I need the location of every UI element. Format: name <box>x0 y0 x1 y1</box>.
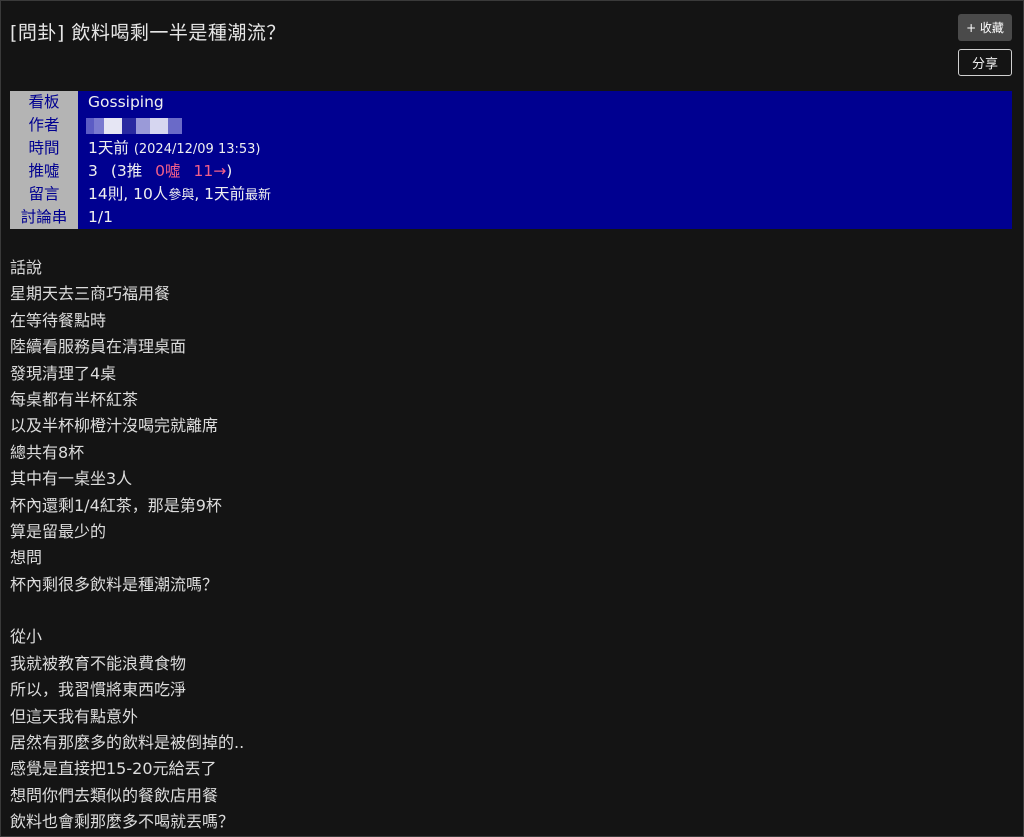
body-line: 從小 <box>10 627 43 647</box>
comment-value: 14則, 10人參與, 1天前最新 <box>88 183 271 206</box>
body-line: 以及半杯柳橙汁沒喝完就離席 <box>10 416 219 436</box>
body-line: 算是留最少的 <box>10 521 107 541</box>
time-absolute: (2024/12/09 13:53) <box>133 142 261 157</box>
article-meta-panel: 看板 Gossiping 作者 時間 1天前 (2024/12/09 13:53… <box>10 91 1012 229</box>
author-label: 作者 <box>10 114 78 137</box>
article-page: [問卦] 飲料喝剩一半是種潮流？ + 收藏 分享 看板 Gossiping 作者… <box>0 0 1024 837</box>
share-button[interactable]: 分享 <box>958 49 1012 76</box>
time-label: 時間 <box>10 137 78 160</box>
body-line: 居然有那麼多的飲料是被倒掉的.. <box>10 733 245 753</box>
boo-count: 0噓 <box>155 162 181 180</box>
meta-row-time: 時間 1天前 (2024/12/09 13:53) <box>10 137 1012 160</box>
comment-count: 14則, 10人 <box>88 185 169 203</box>
comment-label: 留言 <box>10 183 78 206</box>
article-body: 話說 星期天去三商巧福用餐 在等待餐點時 陸續看服務員在清理桌面 發現清理了4桌… <box>10 255 244 836</box>
redacted-block <box>122 117 136 134</box>
redacted-block <box>86 117 94 134</box>
meta-row-author: 作者 <box>10 114 1012 137</box>
body-line: 飲料也會剩那麼多不喝就丟嗎？ <box>10 812 235 832</box>
redacted-block <box>168 117 182 134</box>
body-line: 發現清理了4桌 <box>10 363 117 383</box>
favorite-button[interactable]: + 收藏 <box>958 14 1012 41</box>
meta-row-board: 看板 Gossiping <box>10 91 1012 114</box>
body-line-blank <box>10 598 244 624</box>
board-label: 看板 <box>10 91 78 114</box>
redacted-block <box>94 117 104 134</box>
body-line: 在等待餐點時 <box>10 310 107 330</box>
time-value: 1天前 (2024/12/09 13:53) <box>88 137 260 160</box>
board-value[interactable]: Gossiping <box>88 91 164 114</box>
body-line: 所以，我習慣將東西吃淨 <box>10 680 187 700</box>
push-total: 3 <box>88 162 98 180</box>
comment-latest: 最新 <box>245 188 272 203</box>
redacted-block <box>150 117 168 134</box>
comment-participate: 參與 <box>168 188 195 203</box>
body-line: 我就被教育不能浪費食物 <box>10 653 187 673</box>
meta-row-thread: 討論串 1/1 <box>10 206 1012 229</box>
body-line: 想問 <box>10 548 43 568</box>
body-line: 其中有一桌坐3人 <box>10 469 133 489</box>
body-line: 杯內還剩1/4紅茶，那是第9杯 <box>10 495 222 515</box>
body-line: 想問你們去類似的餐飲店用餐 <box>10 785 219 805</box>
body-line: 感覺是直接把15-20元給丟了 <box>10 759 217 779</box>
body-line: 星期天去三商巧福用餐 <box>10 284 171 304</box>
body-line: 每桌都有半杯紅茶 <box>10 389 139 409</box>
push-count: (3推 <box>110 162 143 180</box>
body-line: 話說 <box>10 258 43 277</box>
time-relative: 1天前 <box>88 139 129 157</box>
comment-latest-time: , 1天前 <box>194 185 246 203</box>
thread-label: 討論串 <box>10 206 78 229</box>
push-close: ) <box>226 162 233 180</box>
body-line: 杯內剩很多飲料是種潮流嗎？ <box>10 574 219 594</box>
meta-row-push: 推噓 3 (3推 0噓 11→) <box>10 160 1012 183</box>
meta-row-comment: 留言 14則, 10人參與, 1天前最新 <box>10 183 1012 206</box>
arrow-count: 11→ <box>193 162 227 180</box>
redacted-block <box>136 117 150 134</box>
push-label: 推噓 <box>10 160 78 183</box>
body-line: 但這天我有點意外 <box>10 706 139 726</box>
push-value: 3 (3推 0噓 11→) <box>88 160 232 183</box>
thread-value[interactable]: 1/1 <box>88 206 113 229</box>
body-line: 陸續看服務員在清理桌面 <box>10 337 187 357</box>
body-line: 總共有8杯 <box>10 442 85 462</box>
author-value-redacted[interactable] <box>86 114 182 137</box>
article-title: [問卦] 飲料喝剩一半是種潮流？ <box>10 22 286 44</box>
redacted-block <box>104 117 122 134</box>
